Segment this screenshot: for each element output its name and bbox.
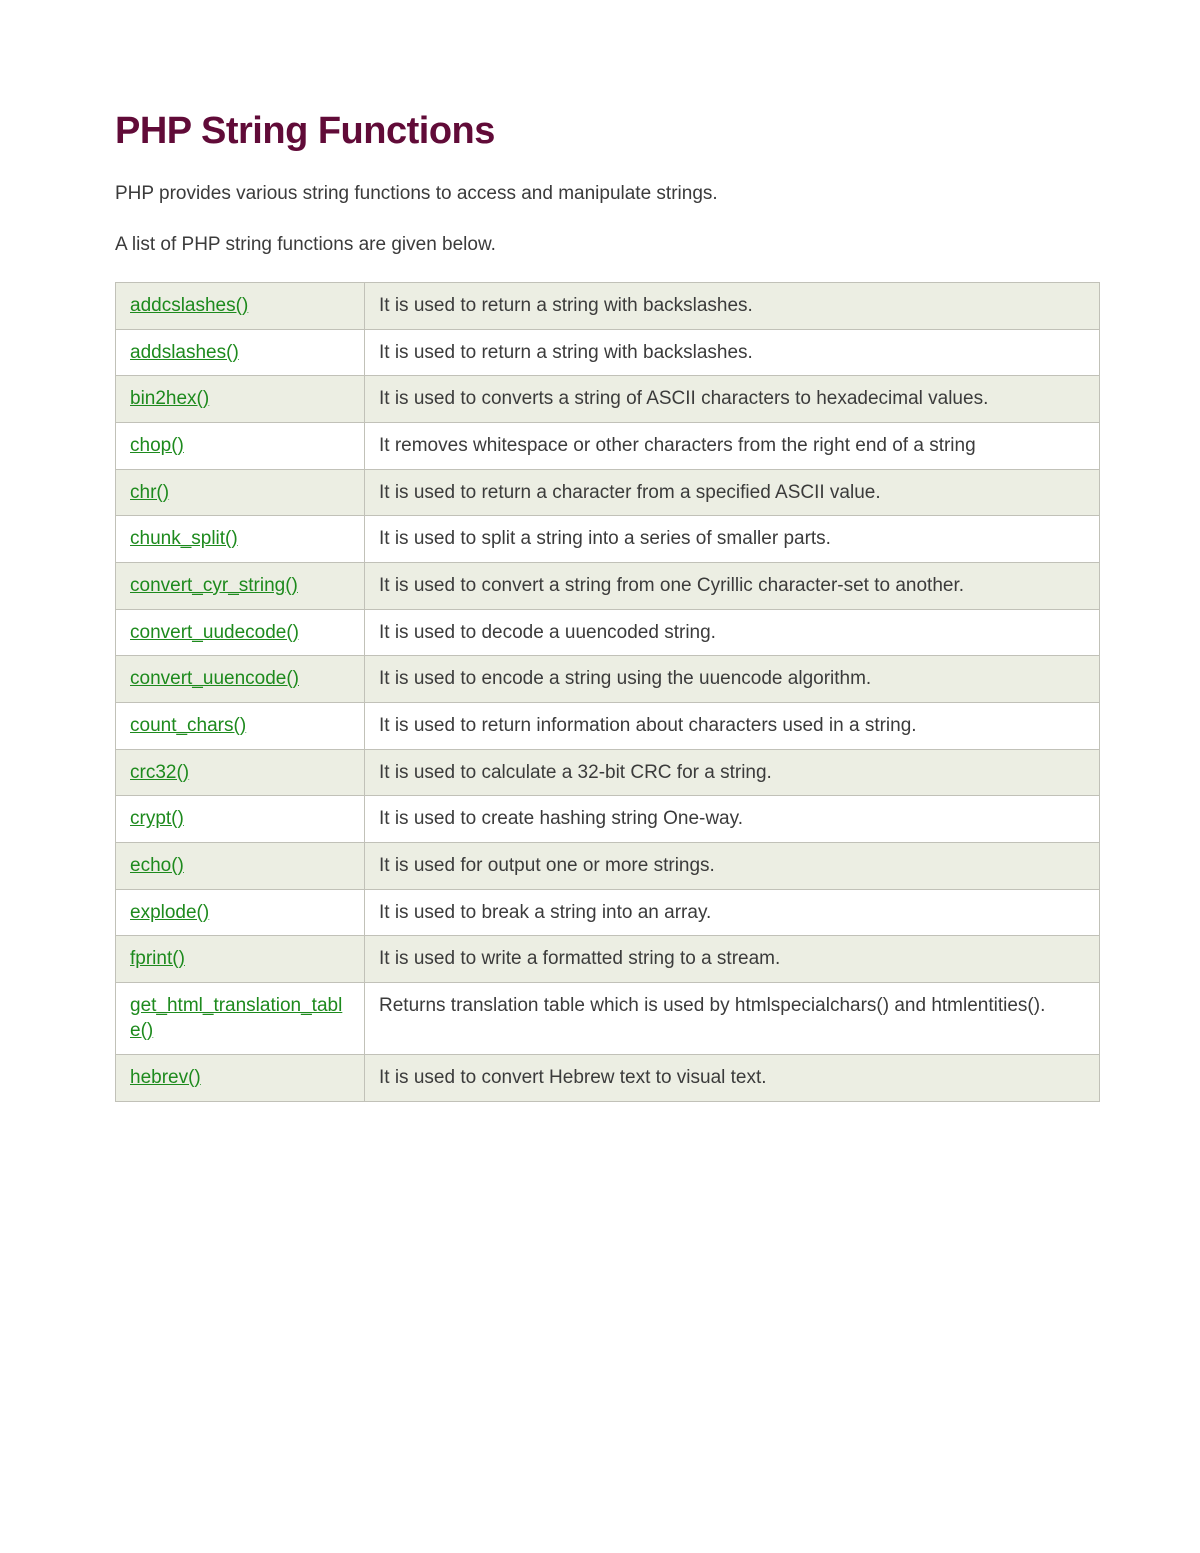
table-row: fprint() It is used to write a formatted … <box>116 936 1100 983</box>
function-link[interactable]: explode() <box>130 902 209 923</box>
function-link[interactable]: bin2hex() <box>130 388 209 409</box>
function-link[interactable]: count_chars() <box>130 715 246 736</box>
function-desc-cell: It is used to create hashing string One-… <box>365 796 1100 843</box>
table-row: chunk_split() It is used to split a strin… <box>116 516 1100 563</box>
function-desc-cell: It is used to convert Hebrew text to vis… <box>365 1055 1100 1102</box>
function-name-cell: chunk_split() <box>116 516 365 563</box>
function-link[interactable]: crc32() <box>130 762 189 783</box>
function-link[interactable]: convert_cyr_string() <box>130 575 298 596</box>
function-name-cell: echo() <box>116 842 365 889</box>
function-link[interactable]: fprint() <box>130 948 185 969</box>
function-desc-cell: It is used to split a string into a seri… <box>365 516 1100 563</box>
function-desc-cell: Returns translation table which is used … <box>365 982 1100 1054</box>
table-row: echo() It is used for output one or more … <box>116 842 1100 889</box>
function-desc-cell: It is used to return a string with backs… <box>365 283 1100 330</box>
table-row: convert_cyr_string() It is used to conver… <box>116 563 1100 610</box>
function-name-cell: crypt() <box>116 796 365 843</box>
function-desc-cell: It is used to decode a uuencoded string. <box>365 609 1100 656</box>
table-row: bin2hex() It is used to converts a string… <box>116 376 1100 423</box>
function-desc-cell: It is used for output one or more string… <box>365 842 1100 889</box>
function-name-cell: crc32() <box>116 749 365 796</box>
function-name-cell: explode() <box>116 889 365 936</box>
function-name-cell: count_chars() <box>116 702 365 749</box>
function-link[interactable]: addslashes() <box>130 342 239 363</box>
function-link[interactable]: get_html_translation_table() <box>130 995 342 1042</box>
functions-table: addcslashes() It is used to return a stri… <box>115 282 1100 1102</box>
table-row: addcslashes() It is used to return a stri… <box>116 283 1100 330</box>
function-desc-cell: It is used to calculate a 32-bit CRC for… <box>365 749 1100 796</box>
intro-paragraph-2: A list of PHP string functions are given… <box>115 232 1200 259</box>
function-desc-cell: It is used to convert a string from one … <box>365 563 1100 610</box>
table-row: chop() It removes whitespace or other cha… <box>116 423 1100 470</box>
function-desc-cell: It is used to converts a string of ASCII… <box>365 376 1100 423</box>
function-link[interactable]: convert_uudecode() <box>130 622 299 643</box>
function-name-cell: convert_uuencode() <box>116 656 365 703</box>
function-name-cell: convert_uudecode() <box>116 609 365 656</box>
function-link[interactable]: crypt() <box>130 808 184 829</box>
function-name-cell: hebrev() <box>116 1055 365 1102</box>
table-row: hebrev() It is used to convert Hebrew tex… <box>116 1055 1100 1102</box>
function-name-cell: addslashes() <box>116 329 365 376</box>
table-row: explode() It is used to break a string in… <box>116 889 1100 936</box>
function-name-cell: bin2hex() <box>116 376 365 423</box>
function-link[interactable]: convert_uuencode() <box>130 668 299 689</box>
function-name-cell: addcslashes() <box>116 283 365 330</box>
function-name-cell: chop() <box>116 423 365 470</box>
function-name-cell: fprint() <box>116 936 365 983</box>
table-row: chr() It is used to return a character fr… <box>116 469 1100 516</box>
function-desc-cell: It is used to break a string into an arr… <box>365 889 1100 936</box>
function-link[interactable]: echo() <box>130 855 184 876</box>
table-row: crc32() It is used to calculate a 32-bit … <box>116 749 1100 796</box>
page-title: PHP String Functions <box>115 110 1200 153</box>
function-name-cell: get_html_translation_table() <box>116 982 365 1054</box>
table-row: convert_uudecode() It is used to decode a… <box>116 609 1100 656</box>
function-desc-cell: It is used to write a formatted string t… <box>365 936 1100 983</box>
function-desc-cell: It removes whitespace or other character… <box>365 423 1100 470</box>
function-name-cell: chr() <box>116 469 365 516</box>
table-row: addslashes() It is used to return a strin… <box>116 329 1100 376</box>
function-desc-cell: It is used to return information about c… <box>365 702 1100 749</box>
table-row: get_html_translation_table() Returns tran… <box>116 982 1100 1054</box>
function-link[interactable]: hebrev() <box>130 1067 201 1088</box>
function-desc-cell: It is used to encode a string using the … <box>365 656 1100 703</box>
document-page: PHP String Functions PHP provides variou… <box>0 0 1200 1102</box>
function-link[interactable]: chop() <box>130 435 184 456</box>
intro-paragraph-1: PHP provides various string functions to… <box>115 181 1200 208</box>
function-link[interactable]: addcslashes() <box>130 295 248 316</box>
function-link[interactable]: chunk_split() <box>130 528 238 549</box>
function-desc-cell: It is used to return a character from a … <box>365 469 1100 516</box>
function-name-cell: convert_cyr_string() <box>116 563 365 610</box>
table-row: convert_uuencode() It is used to encode a… <box>116 656 1100 703</box>
function-desc-cell: It is used to return a string with backs… <box>365 329 1100 376</box>
table-row: crypt() It is used to create hashing stri… <box>116 796 1100 843</box>
table-row: count_chars() It is used to return inform… <box>116 702 1100 749</box>
function-link[interactable]: chr() <box>130 482 169 503</box>
